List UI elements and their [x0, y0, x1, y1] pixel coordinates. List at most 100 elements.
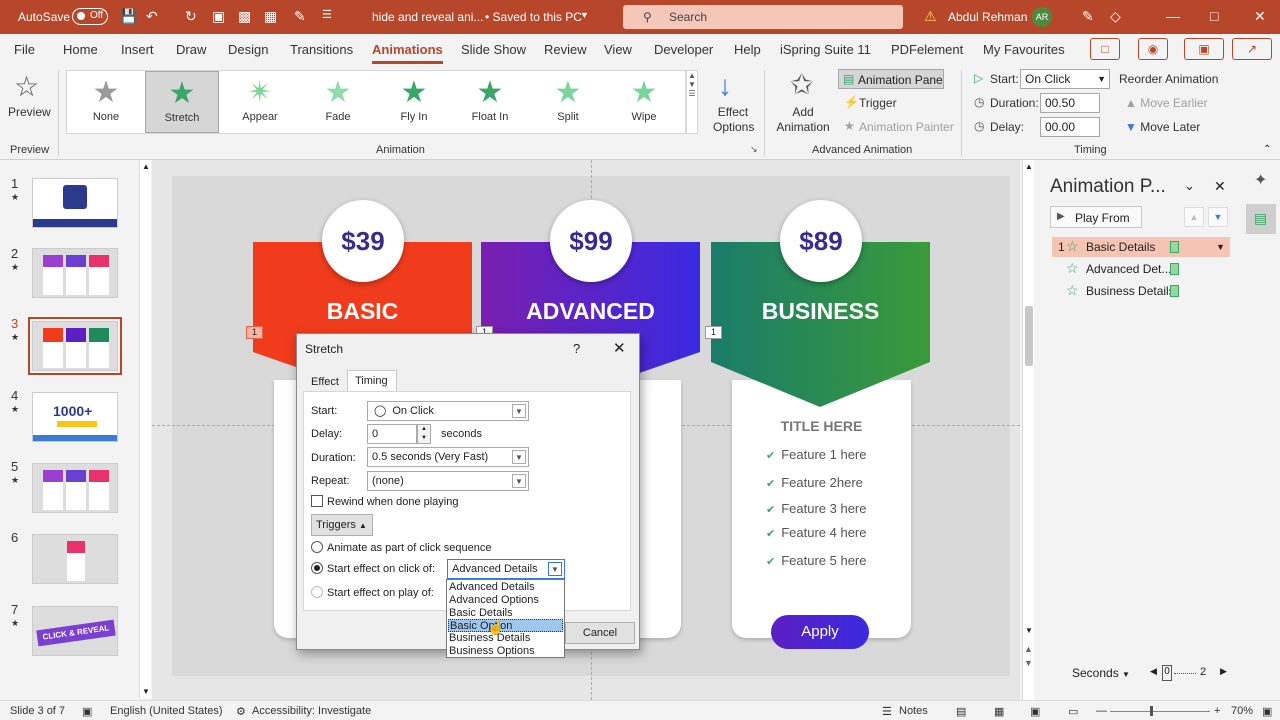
scroll-up-icon[interactable]: ▲: [142, 162, 150, 171]
animation-item-business[interactable]: ☆ Business Details: [1052, 281, 1230, 301]
notes-button[interactable]: Notes: [899, 705, 928, 717]
restore-icon[interactable]: □: [1210, 8, 1218, 24]
scroll-down-icon[interactable]: ▼: [1025, 626, 1033, 635]
option-advanced-details[interactable]: Advanced Details: [448, 581, 563, 594]
menu-insert[interactable]: Insert: [121, 42, 154, 57]
menu-transitions[interactable]: Transitions: [290, 42, 353, 57]
gallery-split[interactable]: ★ Split: [531, 71, 605, 133]
menu-slide-show[interactable]: Slide Show: [461, 42, 526, 57]
collapse-ribbon-icon[interactable]: ⌃: [1263, 144, 1271, 155]
apply-button[interactable]: Apply: [771, 615, 869, 649]
canvas-scrollbar[interactable]: ▲ ▼ ▲ ▼: [1022, 160, 1034, 700]
autosave-toggle[interactable]: Off: [72, 8, 108, 25]
save-icon[interactable]: 💾: [120, 8, 137, 25]
language[interactable]: English (United States): [110, 705, 223, 717]
minimize-icon[interactable]: —: [1166, 8, 1180, 24]
close-icon[interactable]: ✕: [613, 339, 626, 357]
redo-icon[interactable]: ↻: [185, 8, 197, 25]
warning-icon[interactable]: ⚠: [924, 8, 937, 25]
search-box[interactable]: ⚲ Search: [623, 5, 903, 29]
option-business-details[interactable]: Business Details: [448, 632, 563, 645]
accessibility-status[interactable]: Accessibility: Investigate: [252, 705, 371, 717]
menu-home[interactable]: Home: [63, 42, 98, 57]
present-teams-icon[interactable]: ▣: [1184, 38, 1224, 60]
fit-slide-icon[interactable]: ▣: [1262, 705, 1272, 718]
format-icon[interactable]: ▩: [238, 8, 251, 25]
help-button[interactable]: ?: [573, 341, 580, 356]
slide-thumb-1[interactable]: [32, 178, 118, 228]
animation-badge[interactable]: 1: [246, 326, 263, 339]
timeline-left-icon[interactable]: ◀: [1150, 666, 1157, 677]
seconds-dropdown[interactable]: Seconds ▼: [1072, 666, 1130, 680]
menu-view[interactable]: View: [604, 42, 632, 57]
normal-view-icon[interactable]: ▤: [956, 705, 966, 718]
start-on-play-radio[interactable]: [311, 586, 323, 598]
menu-draw[interactable]: Draw: [176, 42, 206, 57]
menu-design[interactable]: Design: [228, 42, 268, 57]
menu-file[interactable]: File: [14, 42, 35, 57]
option-basic-option[interactable]: Basic Option: [448, 619, 563, 632]
animate-sequence-radio[interactable]: [311, 541, 323, 553]
tab-effect[interactable]: Effect: [311, 376, 339, 388]
undo-icon[interactable]: ↶: [146, 8, 158, 25]
gallery-stretch[interactable]: ★ Stretch: [145, 71, 219, 133]
slide-thumb-4[interactable]: 1000+: [32, 392, 118, 442]
animation-badge[interactable]: 1: [705, 326, 722, 339]
start-dropdown[interactable]: On Click ▼: [1020, 69, 1110, 89]
notes-check-icon[interactable]: ▣: [82, 705, 92, 718]
menu-ispring[interactable]: iSpring Suite 11: [780, 42, 871, 57]
cancel-button[interactable]: Cancel: [565, 622, 635, 644]
present-icon[interactable]: ▣: [212, 8, 225, 25]
menu-pdfelement[interactable]: PDFelement: [891, 42, 963, 57]
delay-stepper[interactable]: 00.00: [1040, 117, 1100, 137]
slideshow-icon[interactable]: ▭: [1068, 705, 1078, 718]
option-advanced-options[interactable]: Advanced Options: [448, 594, 563, 607]
animation-item-basic[interactable]: 1 ☆ Basic Details ▼: [1052, 237, 1230, 257]
close-icon[interactable]: ✕: [1254, 8, 1266, 25]
menu-help[interactable]: Help: [734, 42, 761, 57]
move-later-button[interactable]: ▼ Move Later: [1125, 120, 1200, 134]
menu-animations[interactable]: Animations: [372, 42, 443, 64]
chevron-down-icon[interactable]: ▼: [1216, 237, 1225, 257]
duration-stepper[interactable]: 00.50: [1040, 93, 1100, 113]
slide-thumb-7[interactable]: CLICK & REVEAL: [32, 606, 118, 656]
zoom-slider-thumb[interactable]: [1150, 706, 1153, 716]
rewind-checkbox[interactable]: [311, 495, 323, 507]
menu-developer[interactable]: Developer: [654, 42, 713, 57]
dialog-launcher-icon[interactable]: ↘: [750, 144, 758, 155]
delay-spinner[interactable]: ▲ ▼: [417, 424, 431, 444]
animation-painter-button[interactable]: Animation Painter: [859, 120, 954, 134]
pen-icon[interactable]: ✎: [1082, 8, 1094, 25]
move-down-icon[interactable]: ▼: [1208, 207, 1228, 227]
slide-thumb-3[interactable]: [28, 317, 122, 375]
preview-button[interactable]: Preview: [8, 105, 51, 119]
gallery-wipe[interactable]: ★ Wipe: [607, 71, 681, 133]
move-earlier-button[interactable]: ▲ Move Earlier: [1125, 96, 1208, 110]
zoom-level[interactable]: 70%: [1231, 705, 1253, 717]
preview-star-icon[interactable]: ☆: [14, 70, 39, 103]
chevron-down-icon[interactable]: ⌄: [1184, 178, 1195, 194]
play-from-button[interactable]: ▶ Play From: [1050, 206, 1142, 228]
gallery-none[interactable]: ★ None: [69, 71, 143, 133]
triggers-button[interactable]: Triggers ▲: [311, 514, 373, 536]
menu-review[interactable]: Review: [544, 42, 587, 57]
zoom-out-icon[interactable]: —: [1096, 705, 1107, 717]
trigger-object-dropdown[interactable]: Advanced Details ▼: [447, 559, 565, 579]
slide-sorter-icon[interactable]: ▦: [994, 705, 1004, 718]
save-status[interactable]: • Saved to this PC: [485, 10, 582, 24]
effect-options-button[interactable]: Effect Options: [713, 105, 754, 135]
add-animation-button[interactable]: Add Animation: [772, 105, 834, 135]
designer-icon[interactable]: ✦: [1254, 170, 1267, 190]
gallery-scroll[interactable]: ▲ ▼ ☰: [686, 70, 698, 134]
pdf-icon[interactable]: ✎: [294, 8, 306, 25]
move-up-icon[interactable]: ▲: [1184, 207, 1204, 227]
menu-my-favourites[interactable]: My Favourites: [983, 42, 1065, 57]
scroll-up-icon[interactable]: ▲: [1025, 162, 1033, 171]
slide-thumb-5[interactable]: [32, 463, 118, 513]
comments-icon[interactable]: □: [1090, 38, 1120, 60]
animation-pane-toggle[interactable]: ▤: [1246, 204, 1276, 234]
user-name[interactable]: Abdul Rehman: [948, 10, 1027, 24]
slide-thumb-6[interactable]: [32, 534, 118, 584]
trigger-button[interactable]: Trigger: [859, 96, 897, 110]
zoom-slider[interactable]: [1110, 711, 1210, 712]
